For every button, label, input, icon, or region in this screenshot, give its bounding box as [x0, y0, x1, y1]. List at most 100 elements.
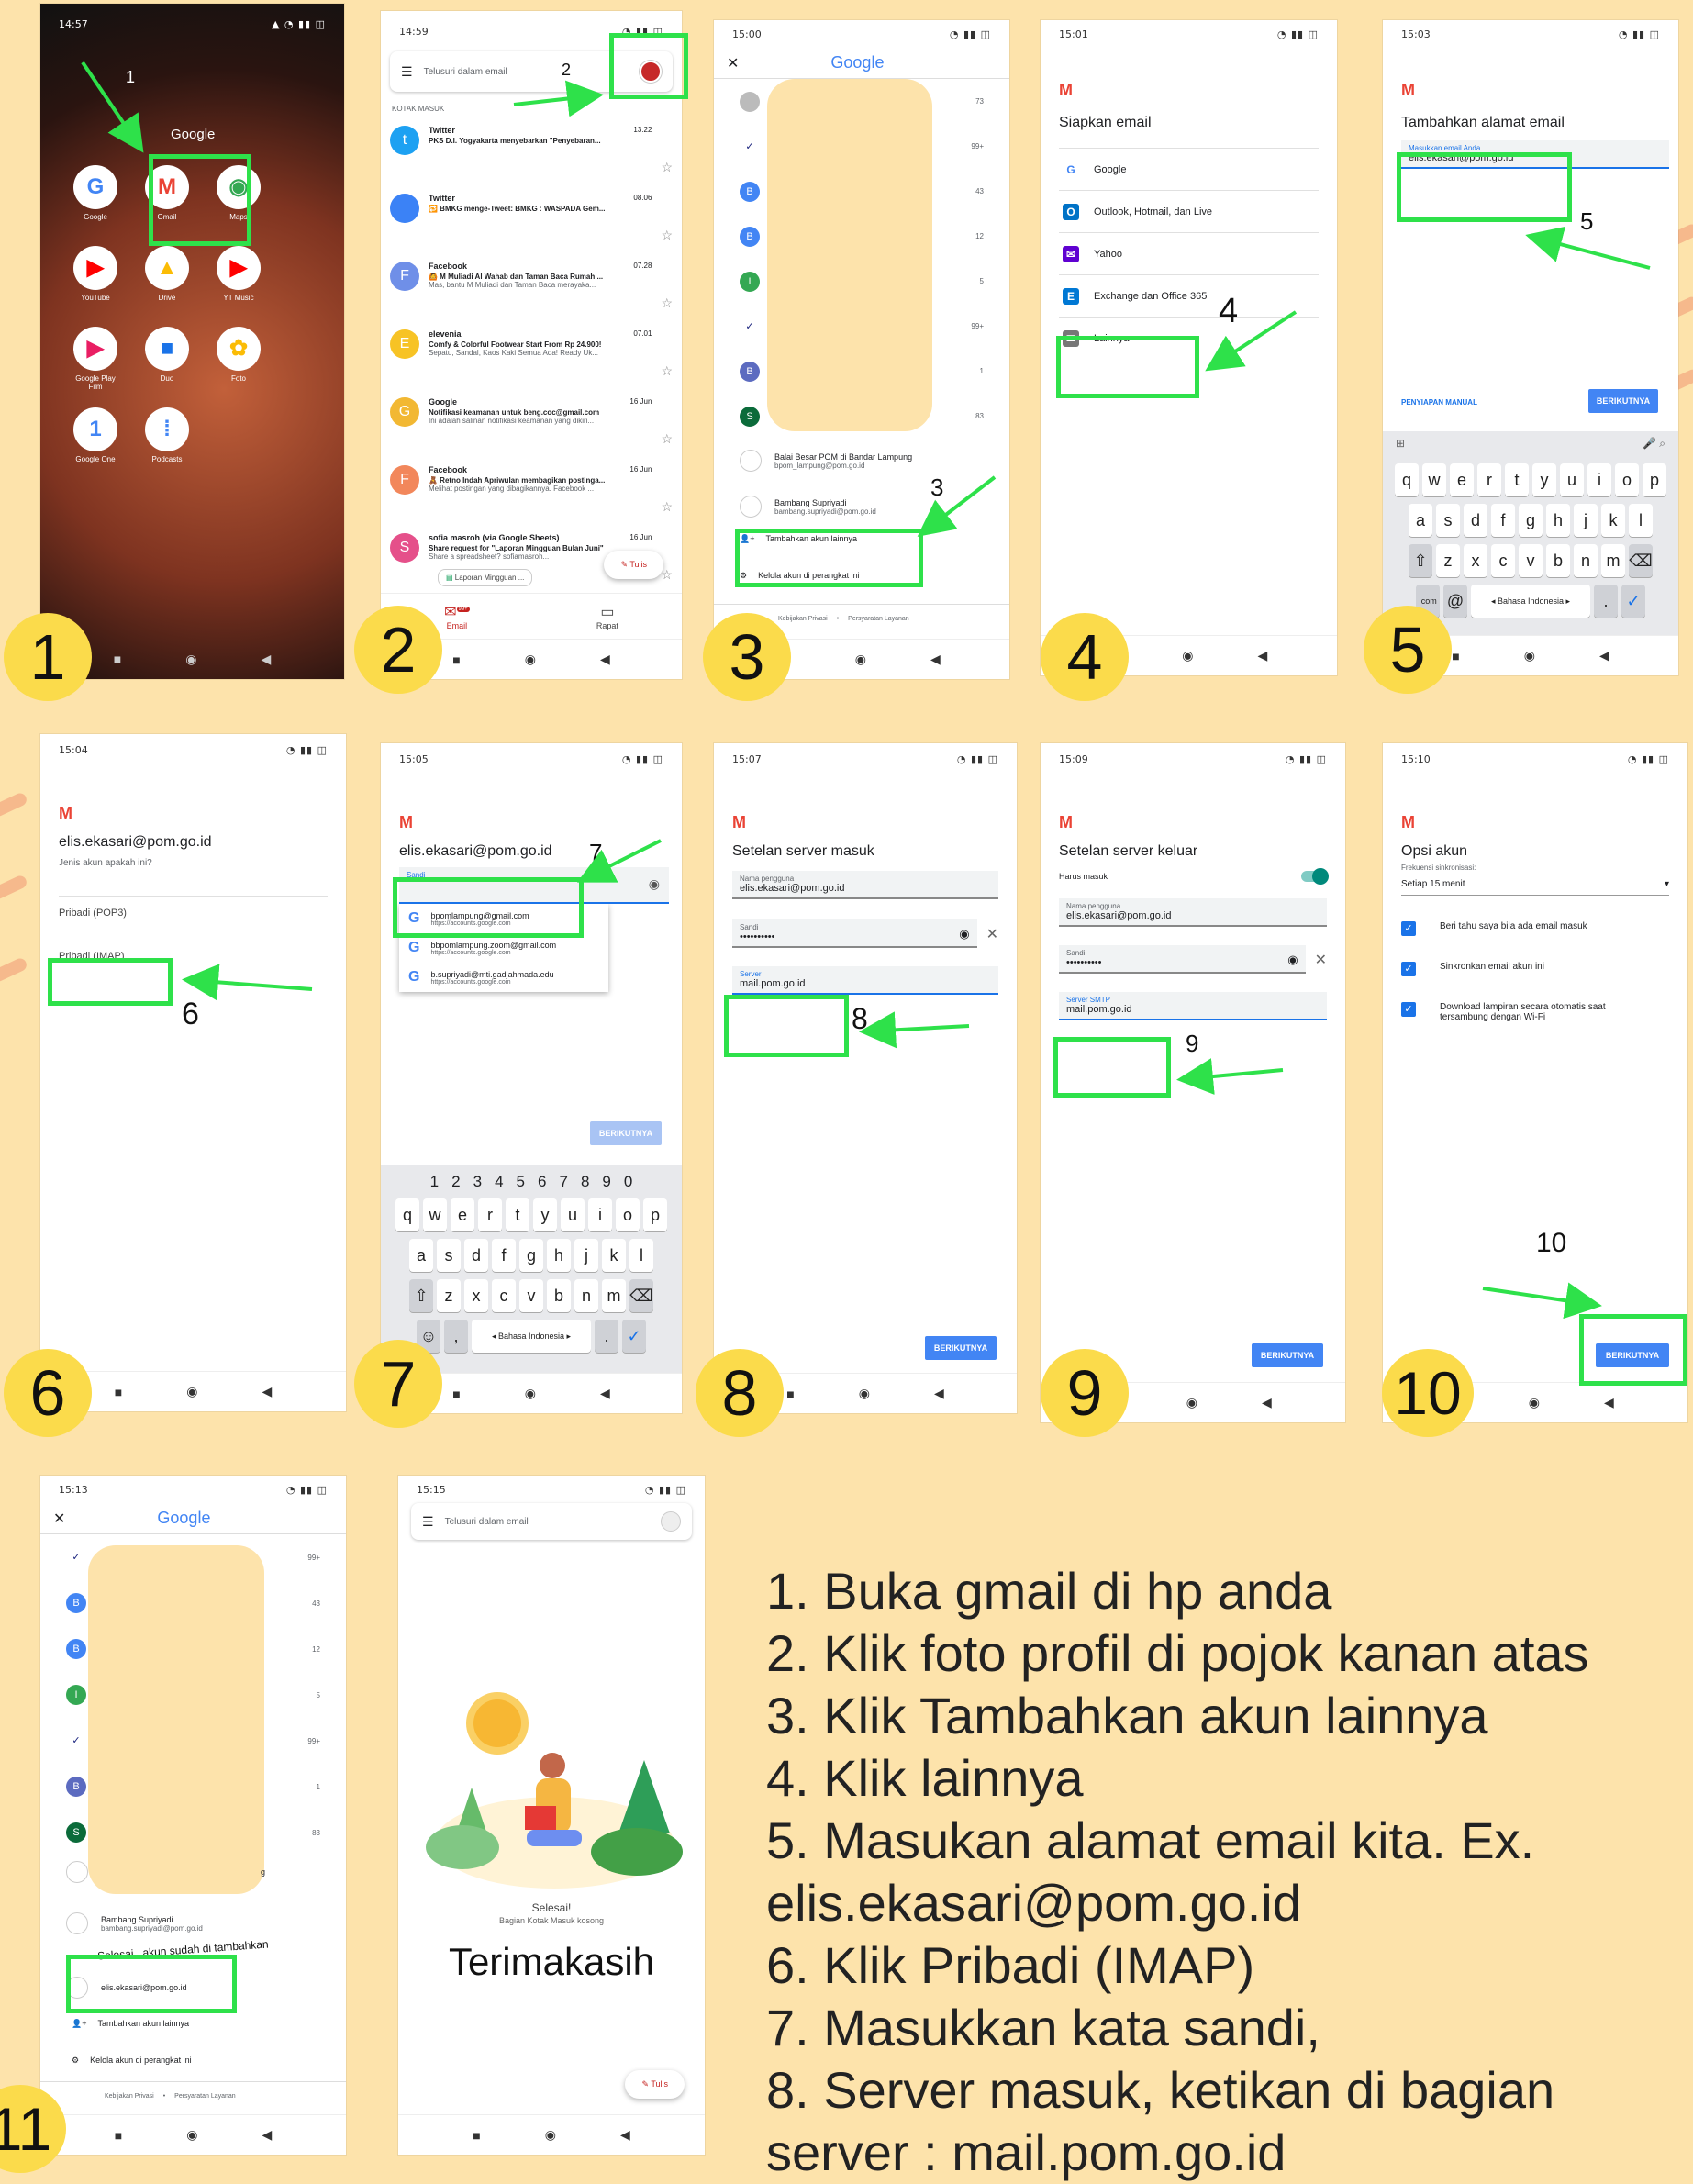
clear-icon[interactable]: ✕ [1315, 951, 1327, 969]
app-icon-podcasts[interactable]: ⁞ Podcasts [144, 407, 190, 463]
next-button[interactable]: BERIKUTNYA [1588, 389, 1658, 413]
account-item[interactable]: Balai Besar POM di Bandar Lampung bpom_la… [714, 442, 1009, 479]
compose-button[interactable]: ✎ Tulis [604, 551, 663, 579]
back-button[interactable]: ◀ [934, 1386, 944, 1401]
username-field[interactable]: Nama pengguna elis.ekasari@pom.go.id [1059, 898, 1327, 927]
app-icon-duo[interactable]: ■ Duo [144, 327, 190, 383]
autofill-suggestion[interactable]: Gb.supriyadi@mti.gadjahmada.edu https://a… [399, 963, 608, 992]
home-button[interactable]: ◉ [855, 652, 866, 667]
star-icon[interactable]: ☆ [661, 499, 673, 515]
provider-yahoo[interactable]: ✉ Yahoo [1059, 232, 1319, 274]
app-icon-foto[interactable]: ✿ Foto [216, 327, 262, 383]
inbox-item[interactable]: G Google 16 Jun Notifikasi keamanan untuk b… [381, 388, 682, 456]
back-button[interactable]: ◀ [930, 652, 941, 667]
star-icon[interactable]: ☆ [661, 431, 673, 447]
star-icon[interactable]: ☆ [661, 363, 673, 379]
compose-button[interactable]: ✎ Tulis [625, 2070, 685, 2099]
sync-frequency-select[interactable]: Setiap 15 menit ▾ [1401, 872, 1669, 896]
option-notify[interactable]: ✓ Beri tahu saya bila ada email masuk [1401, 921, 1669, 936]
back-button[interactable]: ◀ [1257, 648, 1267, 663]
space-key[interactable]: ◂ Bahasa Indonesia ▸ [1471, 585, 1590, 618]
menu-icon[interactable]: ☰ [422, 1514, 434, 1530]
checkbox-checked-icon[interactable]: ✓ [1401, 962, 1416, 976]
home-button[interactable]: ◉ [1182, 648, 1193, 663]
require-login-toggle[interactable] [1301, 868, 1329, 885]
manual-setup-link[interactable]: PENYIAPAN MANUAL [1401, 398, 1477, 407]
back-button[interactable]: ◀ [262, 1384, 272, 1399]
tab-email[interactable]: ✉ 99+ Email [444, 603, 470, 630]
eye-icon[interactable]: ◉ [959, 927, 969, 942]
inbox-item[interactable]: Twitter 08.06 🔁 BMKG menge-Tweet: BMKG : W… [381, 184, 682, 252]
recents-button[interactable]: ■ [786, 1387, 794, 1401]
back-button[interactable]: ◀ [1262, 1395, 1272, 1410]
account-item[interactable]: g [40, 1854, 346, 1890]
app-icon-yt-music[interactable]: ▶ YT Music [216, 246, 262, 302]
recents-button[interactable]: ■ [452, 1387, 460, 1401]
option-download[interactable]: ✓ Download lampiran secara otomatis saat … [1401, 1002, 1669, 1022]
close-icon[interactable]: ✕ [727, 54, 739, 72]
app-icon-youtube[interactable]: ▶ YouTube [72, 246, 118, 302]
home-button[interactable]: ◉ [186, 1384, 197, 1399]
inbox-item[interactable]: Eelevenia 07.01 Comfy & Colorful Footwear … [381, 320, 682, 388]
home-button[interactable]: ◉ [1186, 1395, 1197, 1410]
app-icon-google[interactable]: G Google [72, 165, 118, 221]
account-item[interactable]: Bambang Supriyadi bambang.supriyadi@pom.g… [714, 488, 1009, 525]
star-icon[interactable]: ☆ [661, 295, 673, 311]
tab-meet[interactable]: ▭ Rapat [596, 603, 618, 630]
account-item[interactable]: Bambang Supriyadi bambang.supriyadi@pom.g… [40, 1905, 346, 1942]
checkbox-checked-icon[interactable]: ✓ [1401, 1002, 1416, 1017]
next-button[interactable]: BERIKUTNYA [1252, 1343, 1323, 1367]
recents-button[interactable]: ■ [115, 1385, 122, 1399]
back-button[interactable]: ◀ [620, 2127, 630, 2143]
back-button[interactable]: ◀ [600, 1386, 610, 1401]
server-field[interactable]: Server mail.pom.go.id [732, 966, 998, 995]
back-button[interactable]: ◀ [262, 2127, 272, 2143]
terms-link[interactable]: Persyaratan Layanan [174, 2093, 236, 2100]
mic-icon[interactable]: 🎤 ⌕ [1643, 437, 1665, 451]
manage-accounts-item[interactable]: ⚙ Kelola akun di perangkat ini [72, 2056, 192, 2066]
app-icon-drive[interactable]: ▲ Drive [144, 246, 190, 302]
back-button[interactable]: ◀ [261, 652, 271, 667]
home-button[interactable]: ◉ [859, 1386, 870, 1401]
home-button[interactable]: ◉ [185, 652, 196, 667]
eye-icon[interactable]: ◉ [1287, 953, 1298, 967]
checkbox-checked-icon[interactable]: ✓ [1401, 921, 1416, 936]
password-field[interactable]: Sandi •••••••••• ◉ [732, 919, 977, 948]
password-field[interactable]: Sandi •••••••••• ◉ [1059, 945, 1306, 974]
search-bar[interactable]: ☰ Telusuri dalam email [411, 1503, 692, 1540]
recents-button[interactable]: ■ [115, 2128, 122, 2143]
inbox-item[interactable]: F Facebook 07.28 🙆 M Muliadi Al Wahab dan T… [381, 252, 682, 320]
next-button[interactable]: BERIKUTNYA [925, 1336, 997, 1360]
star-icon[interactable]: ☆ [661, 160, 673, 175]
inbox-item[interactable]: t Twitter 13.22 PKS D.I. Yogyakarta menyeba… [381, 117, 682, 184]
recents-button[interactable]: ■ [473, 2128, 480, 2143]
home-button[interactable]: ◉ [525, 1386, 536, 1401]
star-icon[interactable]: ☆ [661, 567, 673, 583]
home-button[interactable]: ◉ [186, 2127, 197, 2143]
provider-google[interactable]: G Google [1059, 148, 1319, 190]
smtp-server-field[interactable]: Server SMTP mail.pom.go.id [1059, 992, 1327, 1020]
app-icon-google-play-film[interactable]: ▶ Google Play Film [72, 327, 118, 391]
close-icon[interactable]: ✕ [53, 1510, 65, 1528]
recents-button[interactable]: ■ [452, 652, 460, 667]
add-account-item[interactable]: 👤+ Tambahkan akun lainnya [72, 2019, 189, 2029]
option-sync[interactable]: ✓ Sinkronkan email akun ini [1401, 962, 1669, 976]
option-pop3[interactable]: Pribadi (POP3) [59, 896, 328, 930]
back-button[interactable]: ◀ [1599, 648, 1609, 663]
menu-icon[interactable]: ☰ [401, 64, 413, 80]
star-icon[interactable]: ☆ [661, 228, 673, 243]
username-field[interactable]: Nama pengguna elis.ekasari@pom.go.id [732, 871, 998, 899]
provider-exchange[interactable]: E Exchange dan Office 365 [1059, 274, 1319, 317]
terms-link[interactable]: Persyaratan Layanan [848, 616, 909, 622]
app-icon-google-one[interactable]: 1 Google One [72, 407, 118, 463]
recents-button[interactable]: ■ [114, 652, 121, 666]
back-button[interactable]: ◀ [600, 652, 610, 667]
home-button[interactable]: ◉ [1529, 1395, 1540, 1410]
home-button[interactable]: ◉ [1524, 648, 1535, 663]
provider-outlook[interactable]: O Outlook, Hotmail, dan Live [1059, 190, 1319, 232]
back-button[interactable]: ◀ [1604, 1395, 1614, 1410]
privacy-link[interactable]: Kebijakan Privasi [778, 616, 828, 622]
privacy-link[interactable]: Kebijakan Privasi [105, 2093, 154, 2100]
clear-icon[interactable]: ✕ [986, 925, 998, 943]
inbox-item[interactable]: F Facebook 16 Jun 🧸 Retno Indah Apriwulan m… [381, 456, 682, 524]
